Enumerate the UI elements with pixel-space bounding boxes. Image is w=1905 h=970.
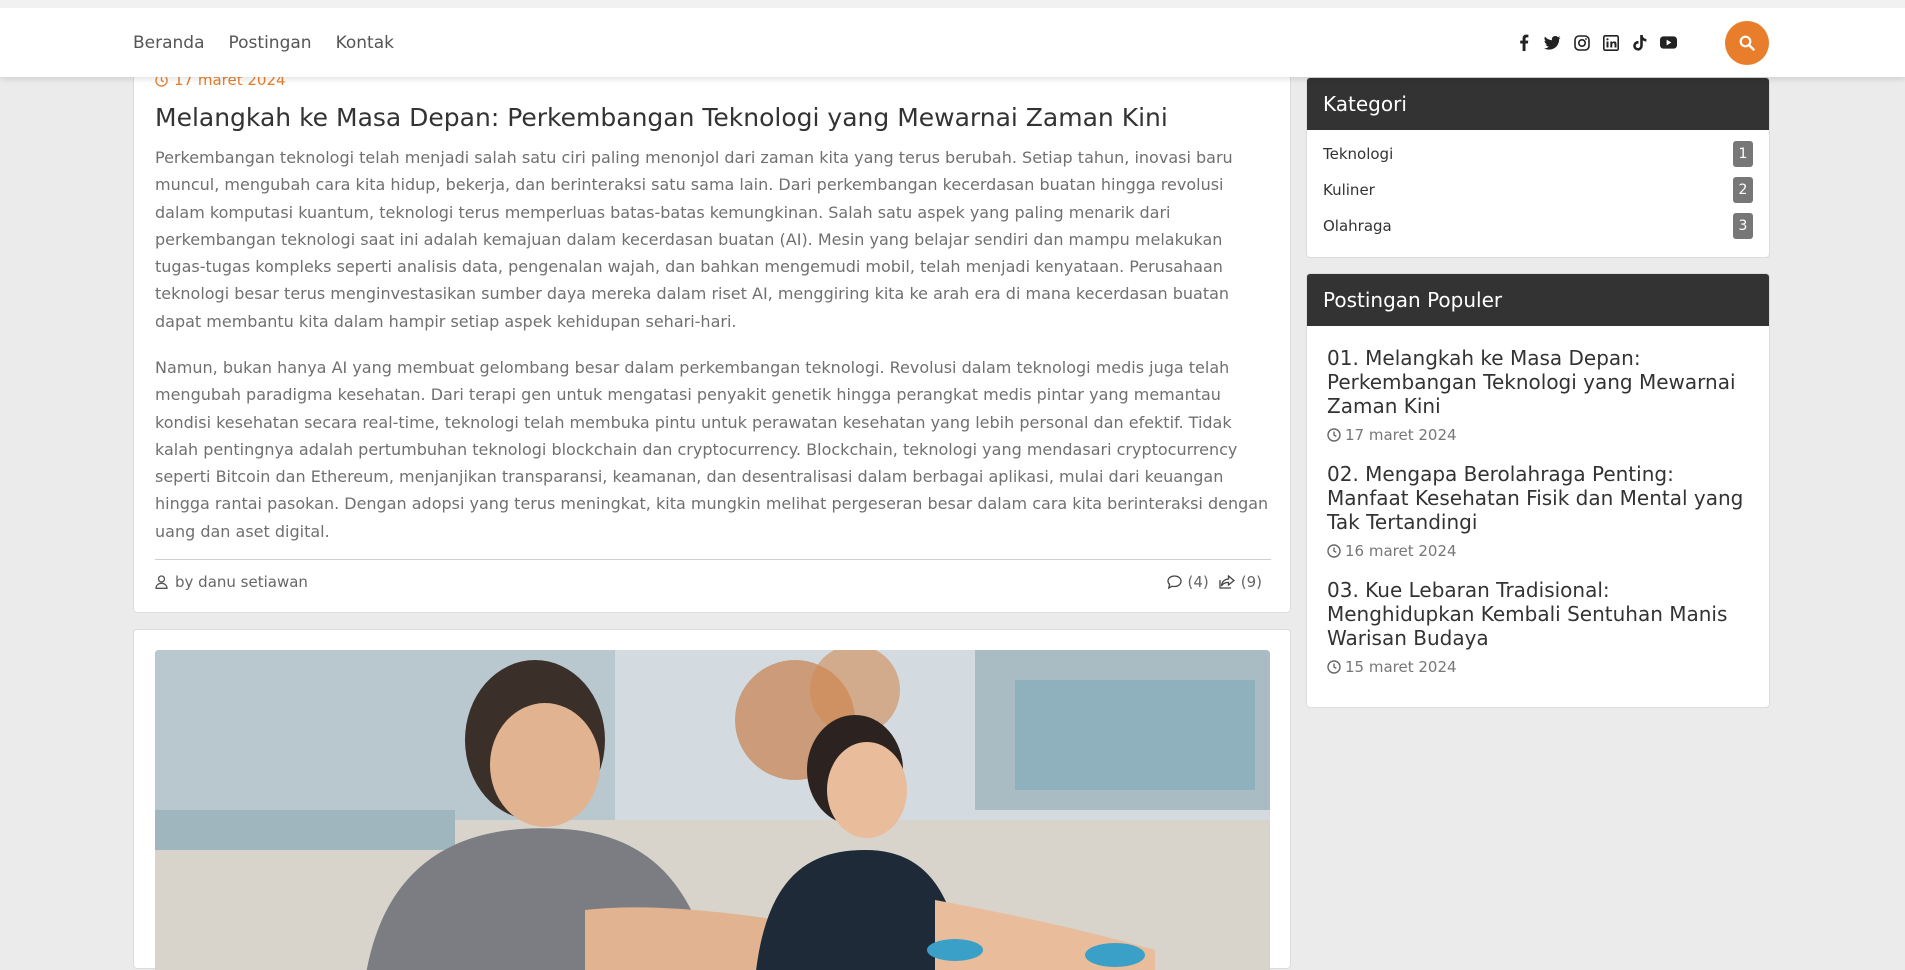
twitter-icon[interactable] [1544, 34, 1561, 51]
share-icon [1219, 575, 1235, 589]
clock-icon [1327, 660, 1341, 674]
category-item-teknologi[interactable]: Teknologi 1 [1323, 136, 1753, 172]
divider [155, 559, 1271, 560]
nav-beranda[interactable]: Beranda [133, 33, 205, 53]
nav-postingan[interactable]: Postingan [229, 33, 312, 53]
post-author: by danu setiawan [155, 573, 308, 591]
popular-post-item: 02. Mengapa Berolahraga Penting: Manfaat… [1327, 462, 1749, 560]
clock-icon [1327, 428, 1341, 442]
main-nav: Beranda Postingan Kontak [133, 8, 394, 77]
search-button[interactable] [1725, 21, 1769, 65]
youtube-icon[interactable] [1660, 34, 1677, 51]
category-widget: Kategori Teknologi 1 Kuliner 2 Olahraga … [1306, 77, 1770, 258]
facebook-icon[interactable] [1515, 34, 1532, 51]
category-label: Teknologi [1323, 145, 1394, 163]
category-list: Teknologi 1 Kuliner 2 Olahraga 3 [1307, 130, 1769, 244]
comment-count: (4) [1187, 573, 1209, 591]
post-stats: (4) (9) [1166, 573, 1262, 591]
post-card [133, 629, 1291, 970]
user-icon [155, 575, 168, 589]
category-count-badge: 3 [1733, 213, 1753, 239]
popular-post-link[interactable]: 03. Kue Lebaran Tradisional: Menghidupka… [1327, 578, 1749, 650]
popular-post-date: 15 maret 2024 [1327, 658, 1749, 676]
popular-post-link[interactable]: 01. Melangkah ke Masa Depan: Perkembanga… [1327, 346, 1749, 418]
popular-post-date-text: 16 maret 2024 [1345, 542, 1457, 560]
category-widget-title: Kategori [1307, 78, 1769, 130]
post-title[interactable]: Melangkah ke Masa Depan: Perkembangan Te… [155, 103, 1265, 132]
popular-post-link[interactable]: 02. Mengapa Berolahraga Penting: Manfaat… [1327, 462, 1749, 534]
post-author-text: by danu setiawan [175, 573, 308, 591]
category-count-badge: 2 [1733, 177, 1753, 203]
clock-icon [1327, 544, 1341, 558]
instagram-icon[interactable] [1573, 34, 1590, 51]
share-count: (9) [1240, 573, 1262, 591]
post-image[interactable] [155, 650, 1270, 970]
post-paragraph: Namun, bukan hanya AI yang membuat gelom… [155, 358, 1269, 541]
top-navbar: Beranda Postingan Kontak [0, 0, 1905, 77]
nav-kontak[interactable]: Kontak [336, 33, 394, 53]
popular-post-item: 03. Kue Lebaran Tradisional: Menghidupka… [1327, 578, 1749, 676]
popular-post-date-text: 15 maret 2024 [1345, 658, 1457, 676]
category-count-badge: 1 [1733, 141, 1753, 167]
popular-post-date-text: 17 maret 2024 [1345, 426, 1457, 444]
category-label: Olahraga [1323, 217, 1392, 235]
comment-icon [1166, 575, 1182, 589]
category-item-kuliner[interactable]: Kuliner 2 [1323, 172, 1753, 208]
share-link[interactable]: (9) [1219, 573, 1262, 591]
category-label: Kuliner [1323, 181, 1375, 199]
search-icon [1739, 35, 1755, 51]
popular-post-item: 01. Melangkah ke Masa Depan: Perkembanga… [1327, 346, 1749, 444]
popular-posts-widget: Postingan Populer 01. Melangkah ke Masa … [1306, 273, 1770, 708]
popular-post-date: 16 maret 2024 [1327, 542, 1749, 560]
category-item-olahraga[interactable]: Olahraga 3 [1323, 208, 1753, 244]
popular-posts-title: Postingan Populer [1307, 274, 1769, 326]
popular-post-date: 17 maret 2024 [1327, 426, 1749, 444]
popular-posts-list: 01. Melangkah ke Masa Depan: Perkembanga… [1307, 326, 1769, 676]
linkedin-icon[interactable] [1602, 34, 1619, 51]
comments-link[interactable]: (4) [1166, 573, 1209, 591]
social-links [1515, 8, 1677, 77]
post-card: 17 maret 2024 Melangkah ke Masa Depan: P… [133, 40, 1291, 613]
post-paragraph: Perkembangan teknologi telah menjadi sal… [155, 148, 1233, 331]
tiktok-icon[interactable] [1631, 34, 1648, 51]
